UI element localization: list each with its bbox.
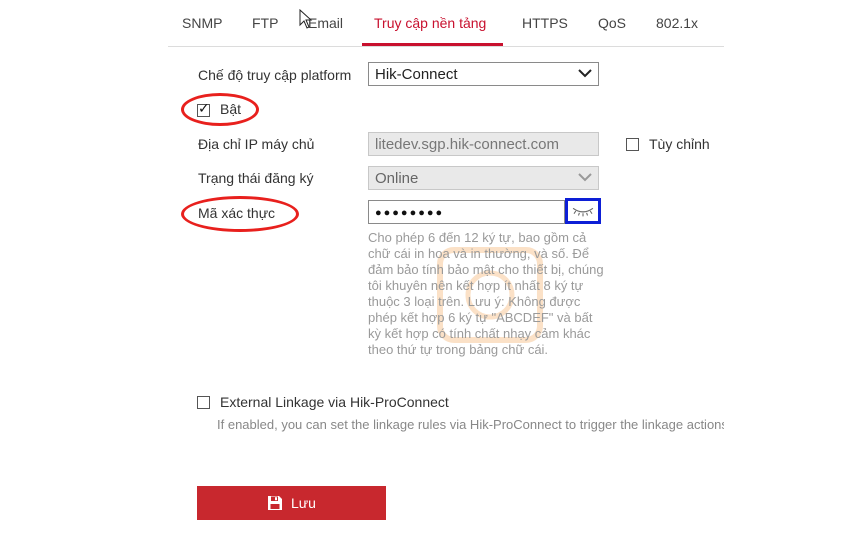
verify-code-input[interactable]: ●●●●●●●● (368, 200, 565, 224)
reg-status-value: Online (375, 170, 419, 187)
floppy-disk-icon (268, 496, 283, 510)
platform-mode-select[interactable]: Hik-Connect (368, 62, 599, 86)
ext-linkage-description: If enabled, you can set the linkage rule… (217, 417, 724, 432)
platform-mode-value: Hik-Connect (375, 66, 458, 83)
server-ip-value: litedev.sgp.hik-connect.com (375, 136, 559, 153)
verify-code-label: Mã xác thực (198, 205, 276, 221)
tab-email[interactable]: Email (308, 15, 343, 31)
tab-https[interactable]: HTTPS (522, 15, 568, 31)
active-tab-indicator (362, 43, 503, 46)
tab-platform-access[interactable]: Truy cập nền tảng (374, 15, 486, 31)
enable-checkbox[interactable] (197, 101, 210, 117)
show-password-button[interactable] (565, 198, 601, 224)
tab-8021x[interactable]: 802.1x (656, 15, 698, 31)
tab-qos[interactable]: QoS (598, 15, 626, 31)
reg-status-label: Trạng thái đăng ký (198, 170, 314, 186)
mouse-cursor-icon (299, 9, 313, 29)
chevron-down-icon (578, 69, 592, 78)
verify-code-hint: Cho phép 6 đến 12 ký tự, bao gồm cả chữ … (368, 230, 604, 357)
tab-ftp[interactable]: FTP (252, 15, 278, 31)
custom-label: Tùy chỉnh (649, 136, 710, 152)
save-button-label: Lưu (291, 495, 316, 511)
ext-linkage-checkbox[interactable] (197, 396, 210, 409)
verify-code-value: ●●●●●●●● (375, 207, 445, 219)
ext-linkage-label: External Linkage via Hik-ProConnect (220, 394, 449, 410)
tab-bar: SNMP FTP Email Truy cập nền tảng HTTPS Q… (168, 0, 724, 47)
chevron-down-icon (578, 173, 592, 182)
eye-closed-icon (572, 207, 594, 217)
tab-snmp[interactable]: SNMP (182, 15, 222, 31)
enable-label: Bật (220, 101, 242, 117)
platform-mode-label: Chế độ truy cập platform (198, 67, 352, 83)
reg-status-select: Online (368, 166, 599, 190)
server-ip-label: Địa chỉ IP máy chủ (198, 136, 315, 152)
server-ip-field[interactable]: litedev.sgp.hik-connect.com (368, 132, 599, 156)
custom-checkbox[interactable] (626, 138, 639, 151)
save-button[interactable]: Lưu (197, 486, 386, 520)
